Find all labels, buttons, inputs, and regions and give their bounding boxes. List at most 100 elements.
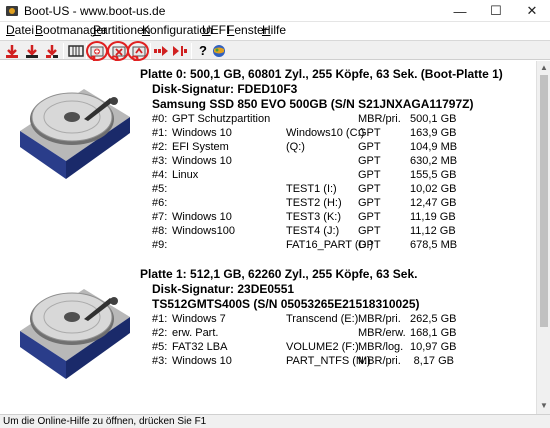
partition-size: 12,47 GB [410,197,457,209]
menu-bar: Datei Bootmanager Partitionen Konfigurat… [0,22,550,40]
partition-row[interactable]: #5: FAT32 LBA VOLUME2 (F:) MBR/log. 10,97 GB [152,341,456,355]
partition-name: EFI System [172,141,229,153]
partition-type: GPT [358,141,381,153]
partition-type: MBR/pri. [358,313,401,325]
partition-row[interactable]: #0: GPT Schutzpartition MBR/pri. 500,1 GB [152,113,456,127]
partition-number: #8: [152,225,168,237]
partition-size: 500,1 GB [410,113,457,125]
partition-type: GPT [358,169,381,181]
partition-size: 8,17 GB [413,355,454,367]
minimize-button[interactable]: — [442,0,478,22]
partition-type: GPT [358,239,381,251]
partition-row[interactable]: #7: Windows 10 TEST3 (K:) GPT 11,19 GB [152,211,456,225]
partition-name: GPT Schutzpartition [172,113,271,125]
maximize-button[interactable]: ☐ [478,0,514,22]
toolbar-separator [63,43,64,59]
partition-type: GPT [358,127,381,139]
disk-0-heading: Platte 0: 500,1 GB, 60801 Zyl., 255 Köpf… [140,67,503,81]
scrollbar-thumb[interactable] [540,75,548,327]
partition-number: #4: [152,169,168,181]
menu-bootmanager-mnemonic: B [35,23,44,37]
help-icon[interactable]: ? [195,43,211,59]
partition-number: #3: [152,355,168,367]
hard-disk-icon[interactable] [14,261,132,381]
partition-type: MBR/pri. [358,355,401,367]
disk-view[interactable]: Platte 0: 500,1 GB, 60801 Zyl., 255 Köpf… [0,61,536,414]
partition-number: #0: [152,113,168,125]
partition-size: 630,2 MB [410,155,458,167]
menu-datei-label: atei [14,23,35,37]
partition-row[interactable]: #3: Windows 10 PART_NTFS (N:) MBR/pri. 8,17 … [152,355,454,369]
menu-hilfe-mnemonic: H [262,23,271,37]
partition-row[interactable]: #8: Windows100 TEST4 (J:) GPT 11,12 GB [152,225,456,239]
partition-row[interactable]: #4: Linux GPT 155,5 GB [152,169,456,183]
copy-partition-icon[interactable] [172,43,188,59]
status-bar: Um die Online-Hilfe zu öffnen, drücken S… [0,414,550,428]
partition-name: Linux [172,169,199,181]
partition-number: #1: [152,313,168,325]
install-bootmanager-icon[interactable] [4,43,20,59]
window-title: Boot-US - www.boot-us.de [24,4,166,18]
menu-hilfe[interactable]: Hilfe [262,23,286,37]
partition-label: TEST3 (K:) [286,211,342,223]
partition-name: Windows 7 [172,313,226,325]
move-right-icon[interactable] [153,43,169,59]
scroll-down-arrow-icon[interactable]: ▼ [539,401,549,411]
partition-number: #7: [152,211,168,223]
menu-partitionen-mnemonic: P [93,23,102,37]
partition-row[interactable]: #2: EFI System (Q:) GPT 104,9 MB [152,141,457,155]
partition-name: Windows 10 [172,211,232,223]
partition-name: Windows 10 [172,155,232,167]
toolbar: ? [0,40,550,61]
menu-datei[interactable]: Datei [6,23,34,37]
partition-number: #2: [152,327,168,339]
hard-disk-icon[interactable] [14,61,132,181]
partition-size: 10,02 GB [410,183,457,195]
partition-size: 10,97 GB [410,341,457,353]
partition-number: #6: [152,197,168,209]
menu-uefi[interactable]: UEFI [202,23,229,37]
partition-table-icon[interactable] [68,43,84,59]
title-bar[interactable]: Boot-US - www.boot-us.de — ☐ ✕ [0,0,550,22]
partition-size: 262,5 GB [410,313,457,325]
partition-row[interactable]: #1: Windows 7 Transcend (E:) MBR/pri. 262,5 … [152,313,456,327]
disk-1-model: TS512GMTS400S (S/N 05053265E21518310025) [152,297,420,311]
partition-type: GPT [358,155,381,167]
vertical-scrollbar[interactable]: ▲ ▼ [536,61,550,414]
partition-size: 163,9 GB [410,127,457,139]
toolbar-separator [191,43,192,59]
disk-1-signature: Disk-Signatur: 23DE0551 [152,282,295,296]
partition-size: 11,12 GB [410,225,456,237]
menu-hilfe-label: ilfe [270,23,287,37]
partition-row[interactable]: #2: erw. Part. MBR/erw. 168,1 GB [152,327,456,341]
status-text: Um die Online-Hilfe zu öffnen, drücken S… [3,416,207,427]
disk-0-model: Samsung SSD 850 EVO 500GB (S/N S21JNXAGA… [152,97,474,111]
disk-0-signature: Disk-Signatur: FDED10F3 [152,82,298,96]
partition-row[interactable]: #9: FAT16_PART (D:) GPT 678,5 MB [152,239,457,253]
app-icon [6,6,18,16]
disk-1-heading: Platte 1: 512,1 GB, 62260 Zyl., 255 Köpf… [140,267,418,281]
partition-label: Windows10 (C:) [286,127,365,139]
partition-number: #1: [152,127,168,139]
info-globe-icon[interactable] [211,43,227,59]
partition-size: 155,5 GB [410,169,457,181]
partition-label: (Q:) [286,141,305,153]
partition-number: #9: [152,239,168,251]
scroll-up-arrow-icon[interactable]: ▲ [539,63,549,73]
partition-size: 104,9 MB [410,141,458,153]
partition-row[interactable]: #1: Windows 10 Windows10 (C:) GPT 163,9 GB [152,127,456,141]
partition-row[interactable]: #6: TEST2 (H:) GPT 12,47 GB [152,197,456,211]
partition-row[interactable]: #3: Windows 10 GPT 630,2 MB [152,155,457,169]
partition-type: GPT [358,225,381,237]
install-bootsector-icon[interactable] [44,43,60,59]
partition-size: 11,19 GB [410,211,456,223]
partition-row[interactable]: #5: TEST1 (I:) GPT 10,02 GB [152,183,456,197]
partition-type: GPT [358,211,381,223]
install-mbr-icon[interactable] [24,43,40,59]
menu-konfiguration-mnemonic: K [142,23,151,37]
partition-number: #3: [152,155,168,167]
partition-number: #2: [152,141,168,153]
partition-label: TEST2 (H:) [286,197,342,209]
close-button[interactable]: ✕ [514,0,550,22]
menu-datei-mnemonic: D [6,23,15,37]
